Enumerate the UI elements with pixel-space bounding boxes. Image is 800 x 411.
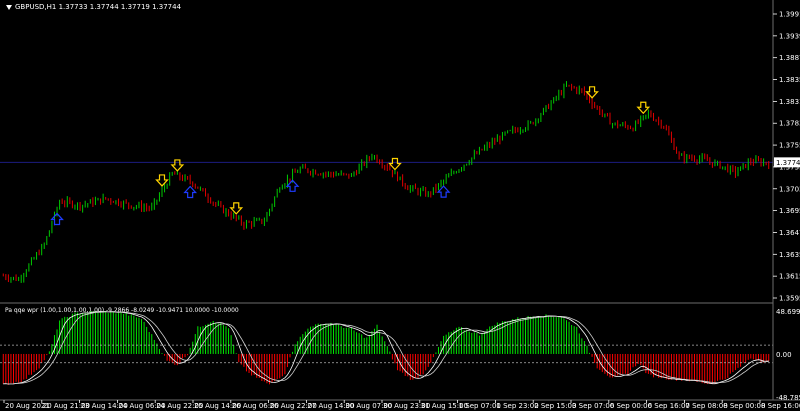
- price-tick-label: 1.36475: [779, 229, 800, 237]
- indicator-tick-label: 0.00: [776, 351, 792, 359]
- sell-arrow-icon: [388, 157, 402, 171]
- price-tick-label: 1.36355: [779, 251, 800, 259]
- price-tick-label: 1.39395: [779, 32, 800, 40]
- time-tick-label: 8 Sep 16:00: [761, 402, 800, 410]
- candles-group: [2, 81, 770, 283]
- price-tick-label: 1.38875: [779, 54, 800, 62]
- time-tick-label: 8 Sep 00:00: [723, 402, 765, 410]
- price-tick-label: 1.36155: [779, 273, 800, 281]
- price-tick-label: 1.35955: [779, 295, 800, 303]
- time-tick-label: 6 Sep 00:00: [610, 402, 652, 410]
- buy-arrow-icon: [436, 185, 451, 198]
- indicator-tick-label: 48.6993: [776, 308, 800, 316]
- time-tick-label: 3 Sep 07:00: [572, 402, 614, 410]
- price-tick-label: 1.37035: [779, 185, 800, 193]
- sell-arrow-icon: [229, 202, 244, 215]
- price-tick-label: 1.36955: [779, 207, 800, 215]
- price-tick-label: 1.37555: [779, 142, 800, 150]
- sell-arrow-icon: [155, 174, 169, 187]
- price-axis: 1.39915 1.39395 1.38875 1.38355 1.38315 1.378…: [773, 11, 800, 303]
- sell-arrow-icon: [170, 159, 185, 172]
- sell-arrow-icon: [636, 101, 651, 115]
- current-price-label: 1.37744: [776, 159, 800, 167]
- price-tick-label: 1.39915: [779, 11, 800, 19]
- chart-frame: [0, 0, 800, 401]
- buy-arrow-icon: [183, 185, 198, 199]
- time-tick-label: 2 Sep 15:00: [534, 402, 576, 410]
- time-tick-label: 7 Sep 08:00: [685, 402, 727, 410]
- price-chart[interactable]: 1.39915 1.39395 1.38875 1.38355 1.38315 1.378…: [0, 0, 800, 411]
- price-tick-label: 1.38355: [779, 76, 800, 84]
- sell-arrow-icon: [585, 86, 599, 99]
- time-tick-label: 6 Sep 16:00: [648, 402, 690, 410]
- time-tick-label: 1 Sep 23:00: [496, 402, 538, 410]
- time-tick-label: 1 Sep 07:00: [459, 402, 501, 410]
- price-tick-label: 1.38315: [779, 98, 800, 106]
- price-tick-label: 1.37835: [779, 120, 800, 128]
- indicator-axis: 48.6993 0.00 -48.7859: [776, 308, 800, 402]
- indicator-tick-label: -48.7859: [776, 394, 800, 402]
- time-axis: 20 Aug 202120 Aug 21:0023 Aug 14:0024 Au…: [3, 400, 800, 410]
